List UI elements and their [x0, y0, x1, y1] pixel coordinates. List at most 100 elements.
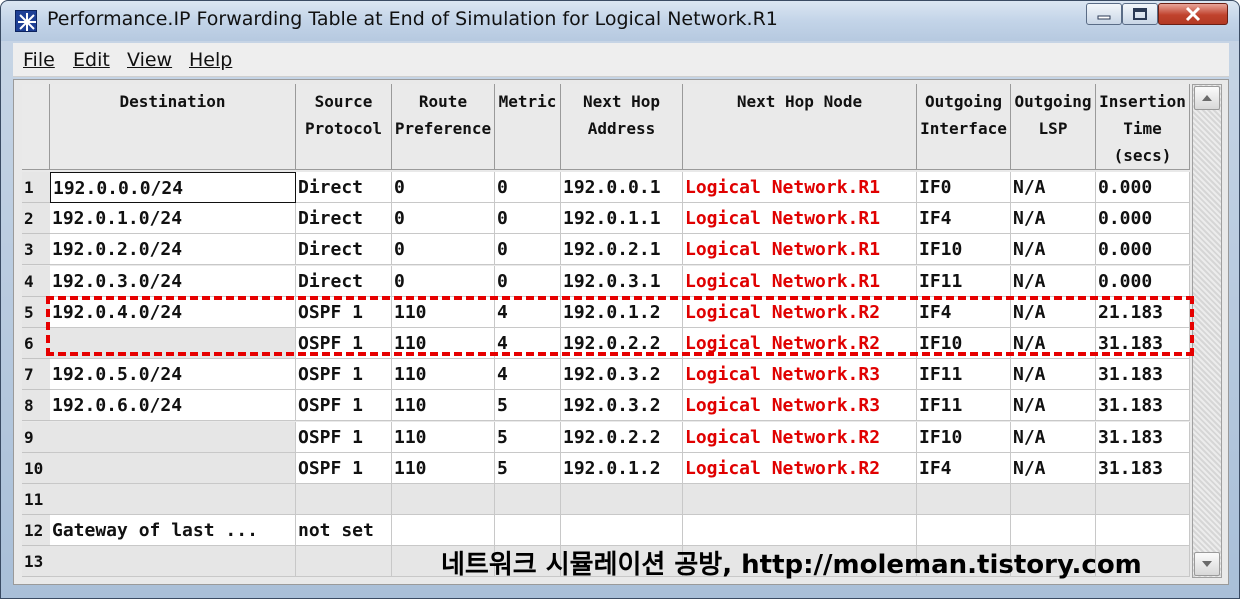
table-cell-insertion-time[interactable]: 31.183 — [1096, 453, 1190, 484]
table-cell-next-hop-node[interactable]: Logical Network.R2 — [683, 422, 917, 453]
table-cell-metric[interactable]: 5 — [495, 390, 561, 421]
table-cell-route-preference[interactable]: 110 — [392, 390, 495, 421]
table-cell-next-hop-address[interactable] — [561, 515, 683, 546]
table-cell-insertion-time[interactable]: 0.000 — [1096, 234, 1190, 265]
table-cell-next-hop-address[interactable]: 192.0.1.2 — [561, 453, 683, 484]
table-cell-destination[interactable] — [50, 422, 296, 453]
column-header-next-hop-address[interactable]: Next Hop Address — [561, 84, 683, 170]
table-cell-insertion-time[interactable]: 0.000 — [1096, 172, 1190, 203]
column-header-outgoing-interface[interactable]: Outgoing Interface — [917, 84, 1011, 170]
row-number[interactable]: 11 — [22, 484, 50, 515]
table-cell-next-hop-node[interactable]: Logical Network.R1 — [683, 266, 917, 297]
table-cell-metric[interactable]: 5 — [495, 453, 561, 484]
table-cell-metric[interactable]: 0 — [495, 234, 561, 265]
table-cell-outgoing-interface[interactable]: IF10 — [917, 328, 1011, 359]
table-cell-source-protocol[interactable]: OSPF 1 — [296, 328, 392, 359]
table-cell-destination[interactable] — [50, 484, 296, 515]
row-number[interactable]: 2 — [22, 203, 50, 234]
scroll-up-button[interactable] — [1194, 86, 1220, 110]
row-number[interactable]: 8 — [22, 390, 50, 421]
table-cell-next-hop-address[interactable]: 192.0.0.1 — [561, 172, 683, 203]
table-cell-route-preference[interactable]: 110 — [392, 328, 495, 359]
row-number[interactable]: 13 — [22, 546, 50, 577]
table-cell-outgoing-lsp[interactable]: N/A — [1011, 266, 1096, 297]
table-cell-source-protocol[interactable]: OSPF 1 — [296, 453, 392, 484]
table-cell-source-protocol[interactable] — [296, 546, 392, 577]
table-cell-outgoing-interface[interactable]: IF4 — [917, 297, 1011, 328]
table-cell-insertion-time[interactable]: 21.183 — [1096, 297, 1190, 328]
table-cell-outgoing-interface[interactable]: IF11 — [917, 359, 1011, 390]
table-cell-source-protocol[interactable]: Direct — [296, 203, 392, 234]
table-cell-metric[interactable]: 4 — [495, 328, 561, 359]
row-number[interactable]: 10 — [22, 453, 50, 484]
table-cell-outgoing-interface[interactable]: IF4 — [917, 453, 1011, 484]
column-header-insertion-time[interactable]: Insertion Time (secs) — [1096, 84, 1190, 170]
maximize-button[interactable] — [1122, 3, 1158, 25]
column-header-source-protocol[interactable]: Source Protocol — [296, 84, 392, 170]
table-cell-outgoing-lsp[interactable] — [1011, 515, 1096, 546]
table-cell-next-hop-address[interactable]: 192.0.1.2 — [561, 297, 683, 328]
table-cell-destination[interactable]: 192.0.5.0/24 — [50, 359, 296, 390]
table-cell-outgoing-lsp[interactable]: N/A — [1011, 422, 1096, 453]
table-cell-metric[interactable]: 0 — [495, 172, 561, 203]
table-cell-outgoing-interface[interactable]: IF11 — [917, 390, 1011, 421]
table-cell-source-protocol[interactable]: Direct — [296, 172, 392, 203]
table-cell-insertion-time[interactable]: 31.183 — [1096, 422, 1190, 453]
row-number[interactable]: 6 — [22, 328, 50, 359]
table-cell-outgoing-interface[interactable]: IF11 — [917, 266, 1011, 297]
table-cell-outgoing-interface[interactable]: IF10 — [917, 234, 1011, 265]
table-cell-next-hop-node[interactable]: Logical Network.R3 — [683, 359, 917, 390]
row-number[interactable]: 12 — [22, 515, 50, 546]
table-cell-outgoing-lsp[interactable] — [1011, 484, 1096, 515]
table-cell-route-preference[interactable]: 110 — [392, 359, 495, 390]
table-cell-insertion-time[interactable] — [1096, 484, 1190, 515]
table-cell-metric[interactable]: 5 — [495, 422, 561, 453]
table-cell-next-hop-address[interactable]: 192.0.3.2 — [561, 390, 683, 421]
table-cell-route-preference[interactable]: 0 — [392, 203, 495, 234]
table-cell-source-protocol[interactable]: OSPF 1 — [296, 297, 392, 328]
table-cell-route-preference[interactable] — [392, 484, 495, 515]
table-cell-next-hop-node[interactable]: Logical Network.R1 — [683, 234, 917, 265]
table-cell-next-hop-node[interactable]: Logical Network.R2 — [683, 453, 917, 484]
table-cell-next-hop-node[interactable]: Logical Network.R2 — [683, 328, 917, 359]
table-cell-metric[interactable]: 4 — [495, 297, 561, 328]
table-cell-outgoing-lsp[interactable]: N/A — [1011, 390, 1096, 421]
table-cell-metric[interactable]: 4 — [495, 359, 561, 390]
table-cell-destination[interactable] — [50, 453, 296, 484]
close-button[interactable] — [1158, 3, 1228, 25]
table-cell-outgoing-lsp[interactable]: N/A — [1011, 328, 1096, 359]
table-cell-source-protocol[interactable] — [296, 484, 392, 515]
table-cell-destination[interactable]: 192.0.3.0/24 — [50, 266, 296, 297]
column-header-destination[interactable]: Destination — [50, 84, 296, 170]
table-cell-source-protocol[interactable]: not set — [296, 515, 392, 546]
table-cell-destination[interactable]: 192.0.4.0/24 — [50, 297, 296, 328]
table-cell-source-protocol[interactable]: OSPF 1 — [296, 390, 392, 421]
table-cell-next-hop-address[interactable]: 192.0.3.1 — [561, 266, 683, 297]
table-cell-next-hop-address[interactable]: 192.0.2.1 — [561, 234, 683, 265]
table-cell-insertion-time[interactable]: 31.183 — [1096, 390, 1190, 421]
table-cell-outgoing-interface[interactable]: IF0 — [917, 172, 1011, 203]
table-cell-next-hop-node[interactable]: Logical Network.R2 — [683, 297, 917, 328]
table-cell-next-hop-node[interactable]: Logical Network.R1 — [683, 172, 917, 203]
row-number[interactable]: 4 — [22, 266, 50, 297]
table-cell-destination[interactable]: 192.0.0.0/24 — [50, 172, 296, 203]
table-cell-insertion-time[interactable]: 31.183 — [1096, 328, 1190, 359]
column-header-metric[interactable]: Metric — [495, 84, 561, 170]
menu-file[interactable]: File — [23, 49, 55, 71]
row-number[interactable]: 1 — [22, 172, 50, 203]
title-bar[interactable]: Performance.IP Forwarding Table at End o… — [1, 1, 1239, 41]
table-cell-source-protocol[interactable]: OSPF 1 — [296, 422, 392, 453]
table-cell-next-hop-node[interactable]: Logical Network.R1 — [683, 203, 917, 234]
row-number[interactable]: 5 — [22, 297, 50, 328]
table-cell-metric[interactable] — [495, 515, 561, 546]
table-cell-outgoing-lsp[interactable]: N/A — [1011, 203, 1096, 234]
row-number[interactable]: 7 — [22, 359, 50, 390]
scroll-down-button[interactable] — [1194, 552, 1220, 576]
table-cell-route-preference[interactable]: 110 — [392, 453, 495, 484]
table-cell-destination[interactable]: 192.0.6.0/24 — [50, 390, 296, 421]
table-cell-insertion-time[interactable] — [1096, 515, 1190, 546]
table-cell-next-hop-address[interactable] — [561, 484, 683, 515]
table-cell-source-protocol[interactable]: Direct — [296, 234, 392, 265]
table-cell-route-preference[interactable]: 0 — [392, 234, 495, 265]
table-cell-next-hop-address[interactable]: 192.0.2.2 — [561, 422, 683, 453]
